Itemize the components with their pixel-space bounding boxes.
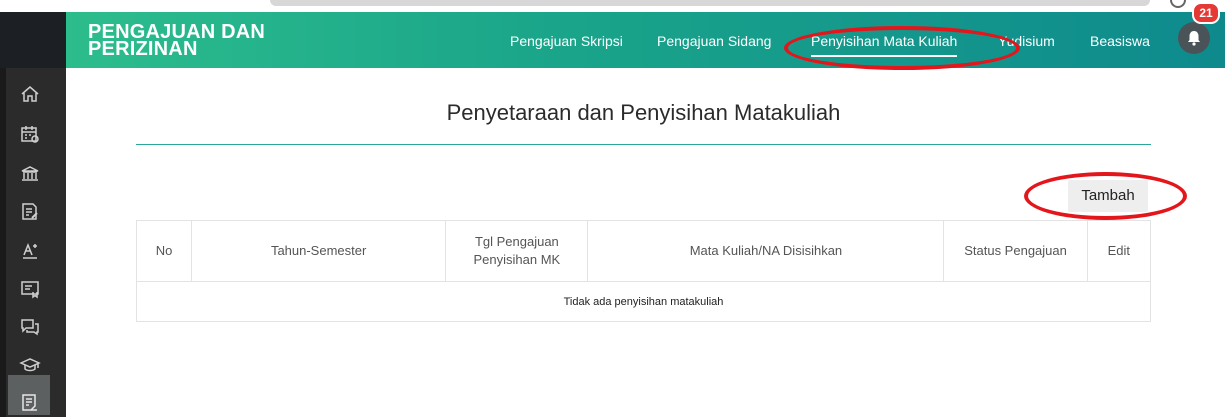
app-brand[interactable]: PENGAJUAN DAN PERIZINAN [88,22,265,60]
top-navbar: PENGAJUAN DAN PERIZINAN Pengajuan Skrips… [0,12,1225,68]
home-icon[interactable] [19,83,41,105]
nav-yudisium[interactable]: Yudisium [998,33,1055,53]
certificate-icon[interactable] [19,278,41,300]
nav-pengajuan-skripsi[interactable]: Pengajuan Skripsi [510,33,623,53]
sidebar-strip [0,68,6,417]
chat-icon[interactable] [19,316,41,338]
notification-badge: 21 [1192,2,1220,24]
navbar-corner [0,12,66,68]
col-mata-kuliah: Mata Kuliah/NA Disisihkan [587,220,945,282]
bell-icon [1188,31,1200,46]
calendar-icon[interactable] [19,123,41,145]
col-tahun-semester: Tahun-Semester [190,220,447,282]
nav-pengajuan-sidang[interactable]: Pengajuan Sidang [657,33,771,53]
table-header-row: No Tahun-Semester Tgl Pengajuan Penyisih… [136,220,1152,282]
nav-beasiswa[interactable]: Beasiswa [1090,33,1150,53]
notification-button[interactable] [1178,22,1210,54]
col-edit: Edit [1086,220,1152,282]
profile-edge-icon [1170,0,1186,8]
grade-icon[interactable] [19,240,41,262]
browser-top-strip [0,0,1225,12]
add-button[interactable]: Tambah [1068,180,1148,212]
list-document-icon[interactable] [19,392,41,414]
empty-table-message: Tidak ada penyisihan matakuliah [136,281,1151,322]
submission-table: No Tahun-Semester Tgl Pengajuan Penyisih… [136,220,1152,322]
brand-line-2: PERIZINAN [88,38,198,60]
nav-penyisihan-mata-kuliah[interactable]: Penyisihan Mata Kuliah [811,33,958,57]
building-icon[interactable] [19,163,41,185]
page-title: Penyetaraan dan Penyisihan Matakuliah [446,100,841,125]
col-tgl-pengajuan: Tgl Pengajuan Penyisihan MK [445,220,589,282]
col-status-pengajuan: Status Pengajuan [943,220,1088,282]
col-no: No [136,220,192,282]
sidebar [0,68,66,417]
title-divider [136,144,1151,145]
graduation-cap-icon[interactable] [19,354,41,376]
table-row: Tidak ada penyisihan matakuliah [136,281,1151,322]
scroll-indicator [270,0,1150,6]
document-edit-icon[interactable] [19,201,41,223]
